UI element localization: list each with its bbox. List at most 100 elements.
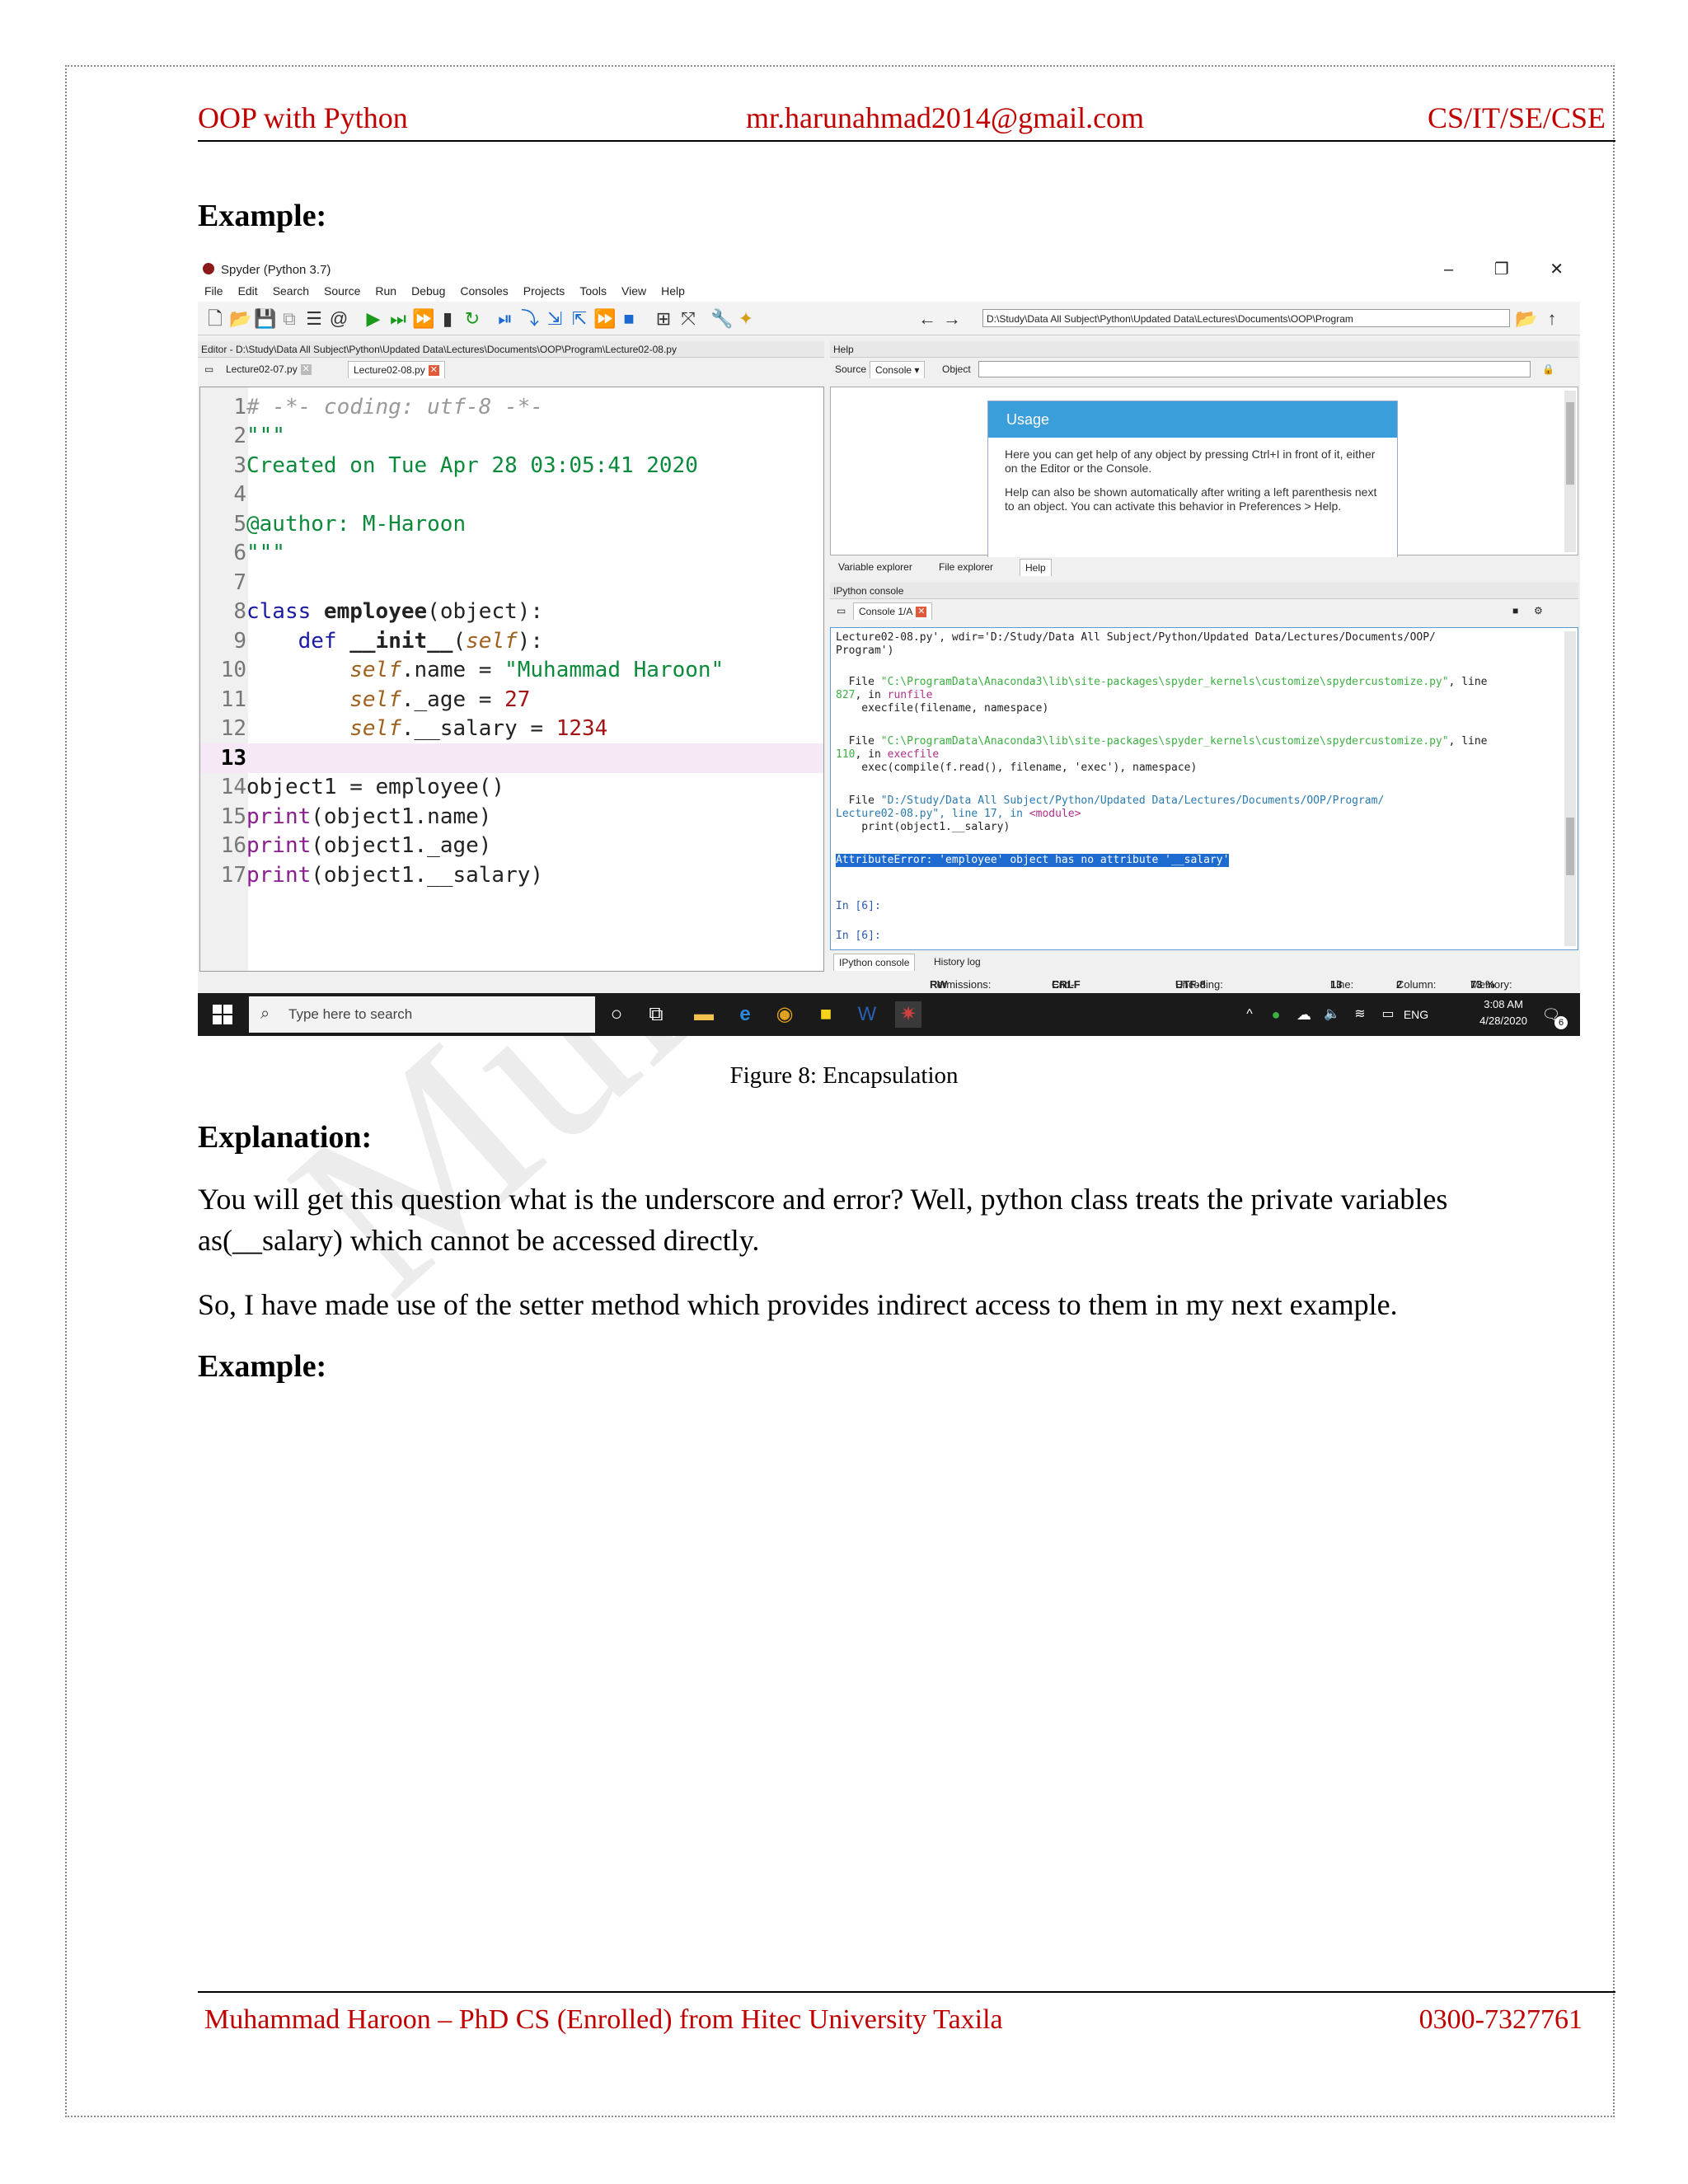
maximize-pane-icon[interactable]: ⊞ <box>653 308 674 330</box>
header-email: mr.harunahmad2014@gmail.com <box>746 101 1145 134</box>
menu-search[interactable]: Search <box>273 284 309 298</box>
stop-debug-icon[interactable]: ■ <box>618 308 640 330</box>
python-path-icon[interactable]: ✦ <box>735 308 757 330</box>
sticky-notes-icon[interactable]: ■ <box>813 1001 839 1028</box>
tab-lecture02-07[interactable]: Lecture02-07.py ✕ <box>221 361 316 377</box>
back-arrow-icon[interactable]: ← <box>917 308 938 330</box>
console-bottom-tabs: IPython console History log <box>830 952 1578 971</box>
menu-source[interactable]: Source <box>324 284 360 298</box>
console-scrollbar[interactable] <box>1564 631 1576 946</box>
menu-debug[interactable]: Debug <box>411 284 445 298</box>
continue-icon[interactable]: ⏩ <box>593 308 616 330</box>
onedrive-icon[interactable]: ☁ <box>1291 1001 1317 1028</box>
close-tab-icon[interactable]: ✕ <box>300 364 312 376</box>
console-prompt: In [6]: <box>836 900 881 912</box>
edge-icon[interactable]: e <box>732 1001 758 1028</box>
console-line: exec(compile(f.read(), filename, 'exec')… <box>836 762 1198 774</box>
status-encoding: Encoding: UTF-8 <box>1175 978 1223 991</box>
network-icon[interactable]: ≋ <box>1347 1001 1373 1028</box>
minimize-icon[interactable]: – <box>1444 260 1453 279</box>
step-into-icon[interactable]: ⇲ <box>544 308 565 330</box>
close-icon[interactable]: ✕ <box>1550 260 1564 279</box>
step-return-icon[interactable]: ⇱ <box>569 308 590 330</box>
usage-title: Usage <box>988 401 1397 438</box>
restore-icon[interactable]: ❐ <box>1494 260 1509 279</box>
tab-lecture02-08[interactable]: Lecture02-08.py ✕ <box>348 361 445 378</box>
tab-history-log[interactable]: History log <box>929 954 986 970</box>
code-line: 3Created on Tue Apr 28 03:05:41 2020 <box>233 453 698 478</box>
status-memory: Memory: 73 % <box>1470 978 1512 991</box>
at-icon[interactable]: @ <box>328 308 349 330</box>
footer-phone: 0300-7327761 <box>1418 2004 1582 2035</box>
tray-app-icon[interactable]: ● <box>1263 1001 1289 1028</box>
parent-directory-icon[interactable]: ↑ <box>1541 308 1563 330</box>
new-file-icon[interactable]: 🗋 <box>204 308 226 330</box>
heading-explanation: Explanation: <box>198 1120 373 1155</box>
ipython-console[interactable]: Lecture02-08.py', wdir='D:/Study/Data Al… <box>830 627 1578 950</box>
lock-icon[interactable]: 🔒 <box>1537 361 1559 377</box>
browse-consoles-icon[interactable]: ▭ <box>832 602 851 619</box>
file-explorer-icon[interactable]: ▬ <box>691 1001 717 1028</box>
tray-chevron-icon[interactable]: ^ <box>1236 1001 1263 1028</box>
usage-text-2: Help can also be shown automatically aft… <box>1005 485 1377 513</box>
debug-icon[interactable]: ⏯ <box>495 308 516 330</box>
forward-arrow-icon[interactable]: → <box>941 308 963 330</box>
save-icon[interactable]: 💾 <box>254 308 276 330</box>
run-icon[interactable]: ▶ <box>363 308 384 330</box>
battery-icon[interactable]: ▭ <box>1375 1001 1401 1028</box>
fullscreen-icon[interactable]: ⤧ <box>678 308 699 330</box>
browse-folder-icon[interactable]: 📂 <box>1515 308 1537 330</box>
rerun-icon[interactable]: ↻ <box>462 308 483 330</box>
code-line: 7 <box>233 570 246 595</box>
task-view-icon[interactable]: ⧉ <box>643 1001 669 1028</box>
open-folder-icon[interactable]: 📂 <box>229 308 251 330</box>
help-object-input[interactable] <box>978 361 1531 377</box>
status-bar: Permissions: RW End-of-lines: CRLF Encod… <box>198 977 1580 1024</box>
help-source-select[interactable]: Console ▾ <box>870 361 926 378</box>
run-cell-icon[interactable]: ⏭ <box>387 308 409 330</box>
language-indicator[interactable]: ENG <box>1403 1001 1429 1028</box>
tab-ipython-console[interactable]: IPython console <box>833 954 916 971</box>
code-line: 6""" <box>233 541 285 565</box>
console-prompt: In [6]: <box>836 930 881 942</box>
tab-help[interactable]: Help <box>1020 559 1052 576</box>
word-icon[interactable]: W <box>854 1001 880 1028</box>
options-gear-icon[interactable]: ⚙ <box>1529 602 1548 619</box>
chrome-icon[interactable]: ◉ <box>771 1001 798 1028</box>
close-tab-icon[interactable]: ✕ <box>916 607 927 618</box>
working-directory-input[interactable]: D:\Study\Data All Subject\Python\Updated… <box>982 309 1510 327</box>
preferences-icon[interactable]: 🔧 <box>710 308 733 330</box>
help-source-label: Source <box>835 363 867 375</box>
code-editor[interactable]: 1# -*- coding: utf-8 -*- 2""" 3Created o… <box>199 387 824 972</box>
taskbar-search-input[interactable]: Type here to search <box>249 996 595 1033</box>
tab-variable-explorer[interactable]: Variable explorer <box>833 559 917 575</box>
menu-projects[interactable]: Projects <box>523 284 565 298</box>
volume-icon[interactable]: 🔈 <box>1319 1001 1345 1028</box>
windows-start-icon[interactable] <box>213 1005 234 1026</box>
step-icon[interactable]: ⤵ <box>519 308 541 330</box>
menu-help[interactable]: Help <box>661 284 685 298</box>
close-tab-icon[interactable]: ✕ <box>428 365 439 377</box>
spyder-screenshot: Spyder (Python 3.7) – ❐ ✕ File Edit Search… <box>198 257 1580 1036</box>
tab-console-1a[interactable]: Console 1/A ✕ <box>853 602 933 620</box>
list-icon[interactable]: ☰ <box>303 308 325 330</box>
tab-file-explorer[interactable]: File explorer <box>934 559 998 575</box>
console-tabs: ▭ Console 1/A ✕ ■ ⚙ <box>830 601 1578 620</box>
code-line: 17print(object1.__salary) <box>220 863 544 888</box>
menu-run[interactable]: Run <box>375 284 396 298</box>
cortana-icon[interactable]: ○ <box>603 1001 630 1028</box>
help-scrollbar[interactable] <box>1564 391 1576 552</box>
run-cell-advance-icon[interactable]: ⏩ <box>412 308 434 330</box>
menu-view[interactable]: View <box>621 284 646 298</box>
menu-file[interactable]: File <box>204 284 223 298</box>
run-selection-icon[interactable]: ▮ <box>437 308 458 330</box>
spyder-logo-icon <box>203 263 214 274</box>
spyder-taskbar-icon[interactable]: ✷ <box>895 1001 921 1028</box>
stop-kernel-icon[interactable]: ■ <box>1507 602 1523 619</box>
browse-tabs-icon[interactable]: ▭ <box>199 361 218 377</box>
menu-consoles[interactable]: Consoles <box>460 284 508 298</box>
taskbar-clock[interactable]: 3:08 AM 4/28/2020 <box>1479 996 1527 1029</box>
save-all-icon[interactable]: ⧉ <box>279 308 300 330</box>
menu-edit[interactable]: Edit <box>238 284 258 298</box>
menu-tools[interactable]: Tools <box>579 284 607 298</box>
